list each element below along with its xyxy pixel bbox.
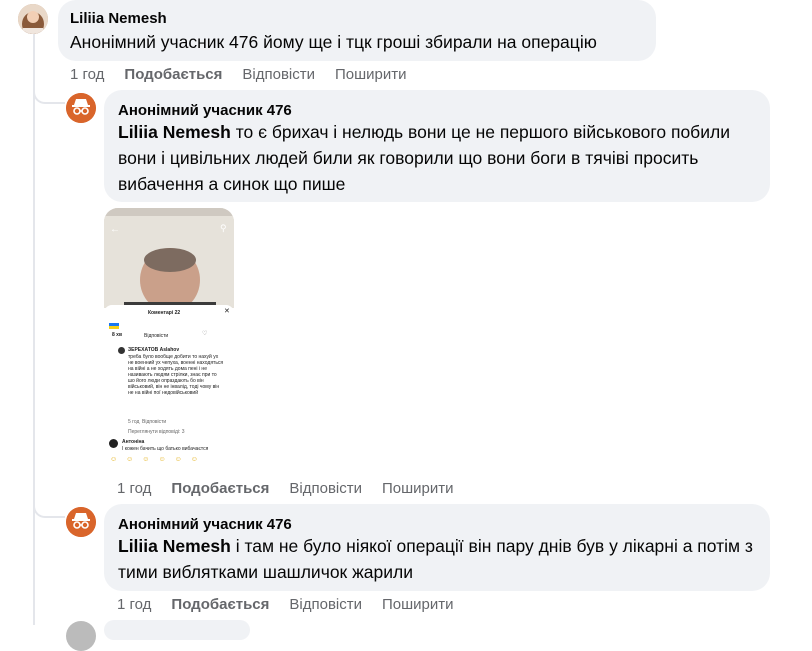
close-icon[interactable]: ✕ <box>224 308 230 315</box>
comment-bubble: Анонімний учасник 476 Liliia Nemesh і та… <box>104 504 770 591</box>
video-area: ← ⚲ <box>104 208 234 312</box>
top-comment-reply[interactable]: Відповісти <box>144 333 168 339</box>
comment-actions: 1 год Подобається Відповісти Поширити <box>70 66 427 83</box>
comment-author[interactable]: Liliia Nemesh <box>70 10 167 27</box>
reply-button[interactable]: Відповісти <box>242 66 315 83</box>
thread-connector <box>33 500 65 518</box>
comment-text: Анонімний учасник 476 йому ще і тцк грош… <box>70 32 597 52</box>
reply-meta: 5 год <box>128 419 140 425</box>
comment-author[interactable]: Анонімний учасник 476 <box>118 102 292 119</box>
top-comment-user: 8 хв <box>112 332 123 338</box>
comment-text: Liliia Nemesh то є брихач і нелюдь вони … <box>118 119 758 197</box>
sheet-title: Коментарі 22 <box>148 310 181 316</box>
reply-button[interactable]: Відповісти <box>289 480 362 497</box>
more-replies-link[interactable]: Переглянути відповіді: 3 <box>128 429 185 435</box>
back-arrow-icon[interactable]: ← <box>110 224 120 235</box>
avatar[interactable] <box>66 621 96 651</box>
share-button[interactable]: Поширити <box>335 66 407 83</box>
share-button[interactable]: Поширити <box>382 480 454 497</box>
comment-time[interactable]: 1 год <box>117 480 151 497</box>
anonymous-avatar[interactable] <box>66 507 96 537</box>
like-button[interactable]: Подобається <box>124 66 222 83</box>
reply-meta-reply[interactable]: Відповісти <box>142 419 166 425</box>
comment-bubble: Liliia Nemesh Анонімний учасник 476 йому… <box>58 0 656 61</box>
heart-icon[interactable]: ♡ <box>202 330 207 337</box>
search-icon[interactable]: ⚲ <box>220 223 227 234</box>
anonymous-avatar[interactable] <box>66 93 96 123</box>
bottom-text: І кожен бачить що батько вибачаєтся <box>122 446 209 452</box>
avatar[interactable] <box>18 4 48 34</box>
comment-actions: 1 год Подобається Відповісти Поширити <box>117 480 474 497</box>
attached-image[interactable]: ← ⚲ Коментарі 22 ✕ 8 хв Відповісти ♡ ЗЕР… <box>104 208 234 470</box>
comment-author[interactable]: Анонімний учасник 476 <box>118 516 292 533</box>
like-button[interactable]: Подобається <box>171 596 269 613</box>
reply-user: ЗЕРЕХАТОВ Aslahov <box>128 347 180 353</box>
reply-text: треба було вообще добити то нахуй ух не … <box>128 354 224 396</box>
comment-time[interactable]: 1 год <box>117 596 151 613</box>
thread-line <box>33 34 35 625</box>
reply-button[interactable]: Відповісти <box>289 596 362 613</box>
comment-time[interactable]: 1 год <box>70 66 104 83</box>
flag-icon <box>109 323 119 329</box>
mention-link[interactable]: Liliia Nemesh <box>118 536 231 556</box>
comments-sheet: Коментарі 22 ✕ 8 хв Відповісти ♡ ЗЕРЕХАТ… <box>104 305 234 470</box>
bottom-user: Антоніна <box>122 439 145 445</box>
comment-text: Liliia Nemesh і там не було ніякої опера… <box>118 533 758 585</box>
thread-connector <box>33 86 65 104</box>
share-button[interactable]: Поширити <box>382 596 454 613</box>
comment-actions: 1 год Подобається Відповісти Поширити <box>117 596 474 613</box>
mini-avatar <box>109 439 118 448</box>
like-button[interactable]: Подобається <box>171 480 269 497</box>
mini-avatar <box>118 347 125 354</box>
emoji-bar[interactable]: ☺☺☺☺☺☺ <box>110 456 207 463</box>
mention-link[interactable]: Liliia Nemesh <box>118 122 231 142</box>
comment-bubble <box>104 620 250 640</box>
spy-icon <box>66 507 96 537</box>
spy-icon <box>66 93 96 123</box>
comment-bubble: Анонімний учасник 476 Liliia Nemesh то є… <box>104 90 770 202</box>
